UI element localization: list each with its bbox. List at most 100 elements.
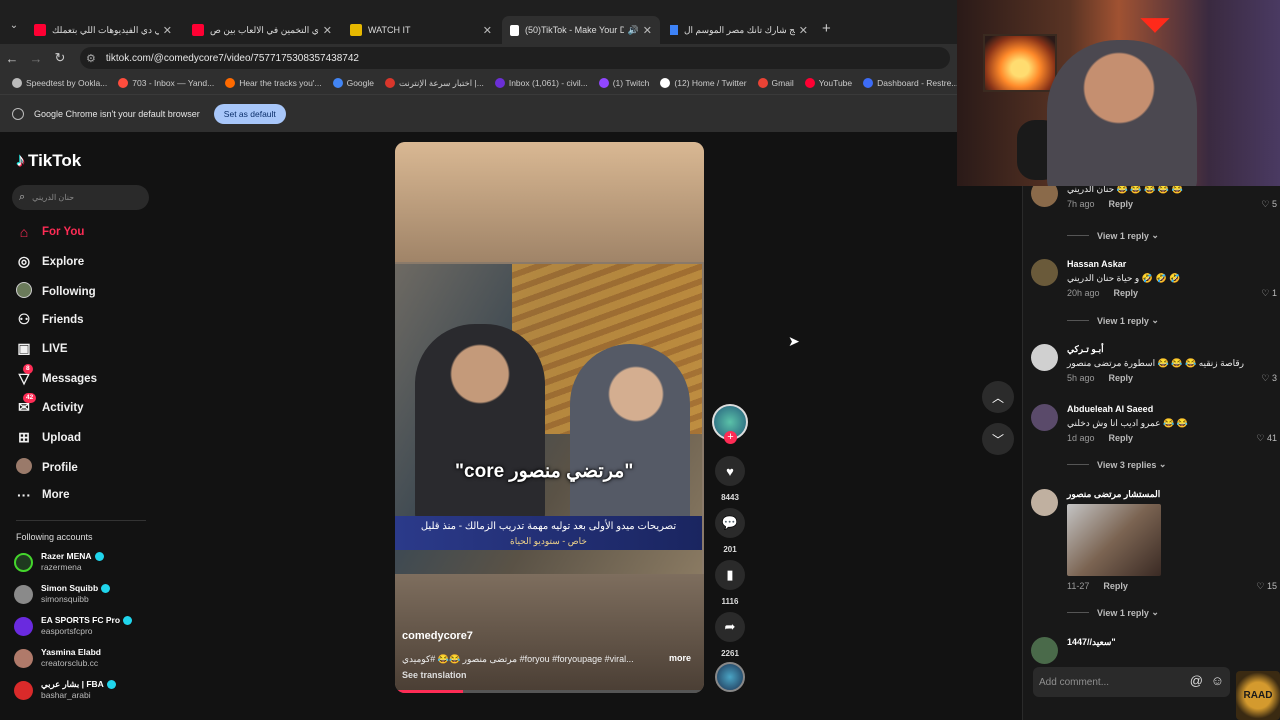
bookmark-3[interactable]: Google bbox=[332, 78, 374, 88]
avatar[interactable] bbox=[1031, 186, 1058, 207]
bookmark-7[interactable]: (12) Home / Twitter bbox=[660, 78, 747, 88]
mention-icon[interactable]: @ bbox=[1190, 673, 1203, 688]
reply-button[interactable]: Reply bbox=[1109, 199, 1134, 209]
comment-action[interactable]: 💬 201 bbox=[715, 508, 745, 554]
back-icon[interactable]: ← bbox=[0, 51, 24, 66]
comment-author[interactable]: Hassan Askar bbox=[1067, 259, 1126, 269]
video-progress-bar[interactable] bbox=[395, 690, 704, 693]
nav-more[interactable]: ··· More bbox=[14, 487, 69, 503]
close-tab-icon[interactable]: ✕ bbox=[643, 24, 652, 37]
comment-image[interactable] bbox=[1067, 504, 1161, 576]
nav-profile[interactable]: Profile bbox=[14, 458, 78, 477]
reply-button[interactable]: Reply bbox=[1114, 288, 1139, 298]
like-button[interactable]: ♡ 41 bbox=[1256, 433, 1277, 444]
tab-search-chevron-icon[interactable]: ⌄ bbox=[6, 20, 22, 38]
address-bar[interactable]: ⚙ tiktok.com/@comedycore7/video/75771753… bbox=[80, 47, 950, 69]
tab-4[interactable]: برنامج شارك تانك مصر الموسم ال ✕ bbox=[662, 16, 816, 44]
new-tab-icon[interactable]: + bbox=[822, 20, 831, 37]
nav-label: Activity bbox=[42, 401, 84, 414]
reply-button[interactable]: Reply bbox=[1109, 433, 1134, 443]
comment-author[interactable]: أبـو تـركي bbox=[1067, 344, 1104, 355]
bookmark-1[interactable]: 703 - Inbox — Yand... bbox=[118, 78, 214, 88]
close-tab-icon[interactable]: ✕ bbox=[163, 24, 172, 37]
tab-2[interactable]: WATCH IT ✕ bbox=[342, 16, 500, 44]
comment-author[interactable]: Abdueleah Al Saeed bbox=[1067, 404, 1153, 414]
comment-author[interactable]: المستشار مرتضى منصور bbox=[1067, 489, 1160, 500]
following-account-1[interactable]: Simon Squibb simonsquibb bbox=[14, 583, 111, 605]
previous-video-button[interactable]: ︿ bbox=[982, 381, 1014, 413]
follow-plus-icon[interactable]: + bbox=[724, 431, 737, 444]
comment-author[interactable]: سعيد//1447" bbox=[1067, 637, 1116, 648]
set-as-default-button[interactable]: Set as default bbox=[213, 103, 286, 124]
see-translation-link[interactable]: See translation bbox=[402, 670, 467, 680]
nav-following[interactable]: Following bbox=[14, 282, 96, 301]
bookmark-6[interactable]: (1) Twitch bbox=[598, 78, 650, 88]
tab-3-active[interactable]: (50)TikTok - Make Your Day 🔊 ✕ bbox=[502, 16, 660, 44]
nav-upload[interactable]: ⊞ Upload bbox=[14, 429, 81, 446]
nav-live[interactable]: ▣ LIVE bbox=[14, 340, 67, 357]
reload-icon[interactable]: ↻ bbox=[48, 50, 72, 66]
nav-activity[interactable]: ✉ 42 Activity bbox=[14, 393, 84, 416]
emoji-icon[interactable]: ☺ bbox=[1211, 673, 1224, 688]
heart-icon[interactable]: ♥ bbox=[715, 456, 745, 486]
close-tab-icon[interactable]: ✕ bbox=[323, 24, 332, 37]
view-replies-3[interactable]: View 3 replies ⌄ bbox=[1067, 459, 1166, 470]
bookmark-icon[interactable]: ▮ bbox=[715, 560, 745, 590]
nav-explore[interactable]: ◎ Explore bbox=[14, 253, 84, 270]
tiktok-logo[interactable]: ♪ TikTok bbox=[16, 150, 81, 171]
bookmark-8[interactable]: Gmail bbox=[757, 78, 794, 88]
following-account-4[interactable]: بشار عربي | FBA bashar_arabi bbox=[14, 679, 116, 701]
bookmark-0[interactable]: Speedtest by Ookla... bbox=[12, 78, 107, 88]
avatar[interactable] bbox=[1031, 259, 1058, 286]
next-video-button[interactable]: ﹀ bbox=[982, 423, 1014, 455]
add-comment-input[interactable]: Add comment... @ ☺ bbox=[1033, 667, 1230, 697]
avatar[interactable] bbox=[1031, 489, 1058, 516]
following-account-2[interactable]: EA SPORTS FC Pro easportsfcpro bbox=[14, 615, 133, 637]
following-account-3[interactable]: Yasmina Elabd creatorsclub.cc bbox=[14, 647, 101, 669]
nav-for-you[interactable]: ⌂ For You bbox=[14, 224, 85, 240]
like-action[interactable]: ♥ 8443 bbox=[715, 456, 745, 502]
nav-label: Profile bbox=[42, 461, 78, 474]
search-input[interactable]: ⌕ حنان الدريني bbox=[12, 185, 149, 210]
tab-0[interactable]: هي دي الفيديوهات اللي بتعملك ✕ bbox=[26, 16, 180, 44]
music-disc-icon[interactable] bbox=[715, 662, 745, 692]
like-button[interactable]: ♡ 15 bbox=[1256, 581, 1277, 592]
bookmark-5[interactable]: Inbox (1,061) - civil... bbox=[494, 78, 588, 88]
reply-button[interactable]: Reply bbox=[1103, 581, 1128, 591]
following-account-0[interactable]: Razer MENA razermena bbox=[14, 551, 104, 573]
avatar[interactable] bbox=[1031, 404, 1058, 431]
view-replies-1[interactable]: View 1 reply ⌄ bbox=[1067, 315, 1159, 326]
bookmark-10[interactable]: Dashboard - Restre... bbox=[863, 78, 958, 88]
bookmark-label: Hear the tracks you'... bbox=[239, 78, 322, 88]
reply-button[interactable]: Reply bbox=[1109, 373, 1134, 383]
site-settings-icon[interactable]: ⚙ bbox=[86, 52, 96, 65]
avatar bbox=[14, 584, 33, 604]
close-tab-icon[interactable]: ✕ bbox=[483, 24, 492, 37]
view-replies-4[interactable]: View 1 reply ⌄ bbox=[1067, 607, 1159, 618]
video-player[interactable]: "مرتضي منصور core" تصريحات ميدو الأولى ب… bbox=[395, 142, 704, 693]
nav-messages[interactable]: ▽ 8 Messages bbox=[14, 364, 97, 387]
video-author[interactable]: comedycore7 bbox=[402, 630, 473, 642]
like-button[interactable]: ♡ 5 bbox=[1261, 199, 1277, 210]
like-button[interactable]: ♡ 3 bbox=[1261, 373, 1277, 384]
bookmark-2[interactable]: Hear the tracks you'... bbox=[225, 78, 322, 88]
avatar[interactable] bbox=[1031, 637, 1058, 664]
bookmark-favicon-icon bbox=[332, 78, 343, 88]
nav-friends[interactable]: ⚇ Friends bbox=[14, 311, 84, 328]
forward-icon[interactable]: → bbox=[24, 51, 48, 66]
like-button[interactable]: ♡ 1 bbox=[1261, 288, 1277, 299]
bookmark-9[interactable]: YouTube bbox=[804, 78, 852, 88]
save-action[interactable]: ▮ 1116 bbox=[715, 560, 745, 606]
speaker-icon[interactable]: 🔊 bbox=[628, 25, 639, 36]
share-icon[interactable]: ➦ bbox=[715, 612, 745, 642]
avatar[interactable] bbox=[1031, 344, 1058, 371]
view-replies-0[interactable]: View 1 reply ⌄ bbox=[1067, 230, 1159, 241]
close-tab-icon[interactable]: ✕ bbox=[799, 24, 808, 37]
more-link[interactable]: more bbox=[669, 653, 691, 663]
share-action[interactable]: ➦ 2261 bbox=[715, 612, 745, 658]
bookmark-4[interactable]: اختبار سرعة الإنترنت |... bbox=[385, 78, 484, 89]
comment-icon[interactable]: 💬 bbox=[715, 508, 745, 538]
home-icon: ⌂ bbox=[19, 224, 29, 240]
tab-1[interactable]: تحدي التخمين في الالعاب بين ص ✕ bbox=[184, 16, 340, 44]
bookmark-label: (1) Twitch bbox=[612, 78, 650, 88]
